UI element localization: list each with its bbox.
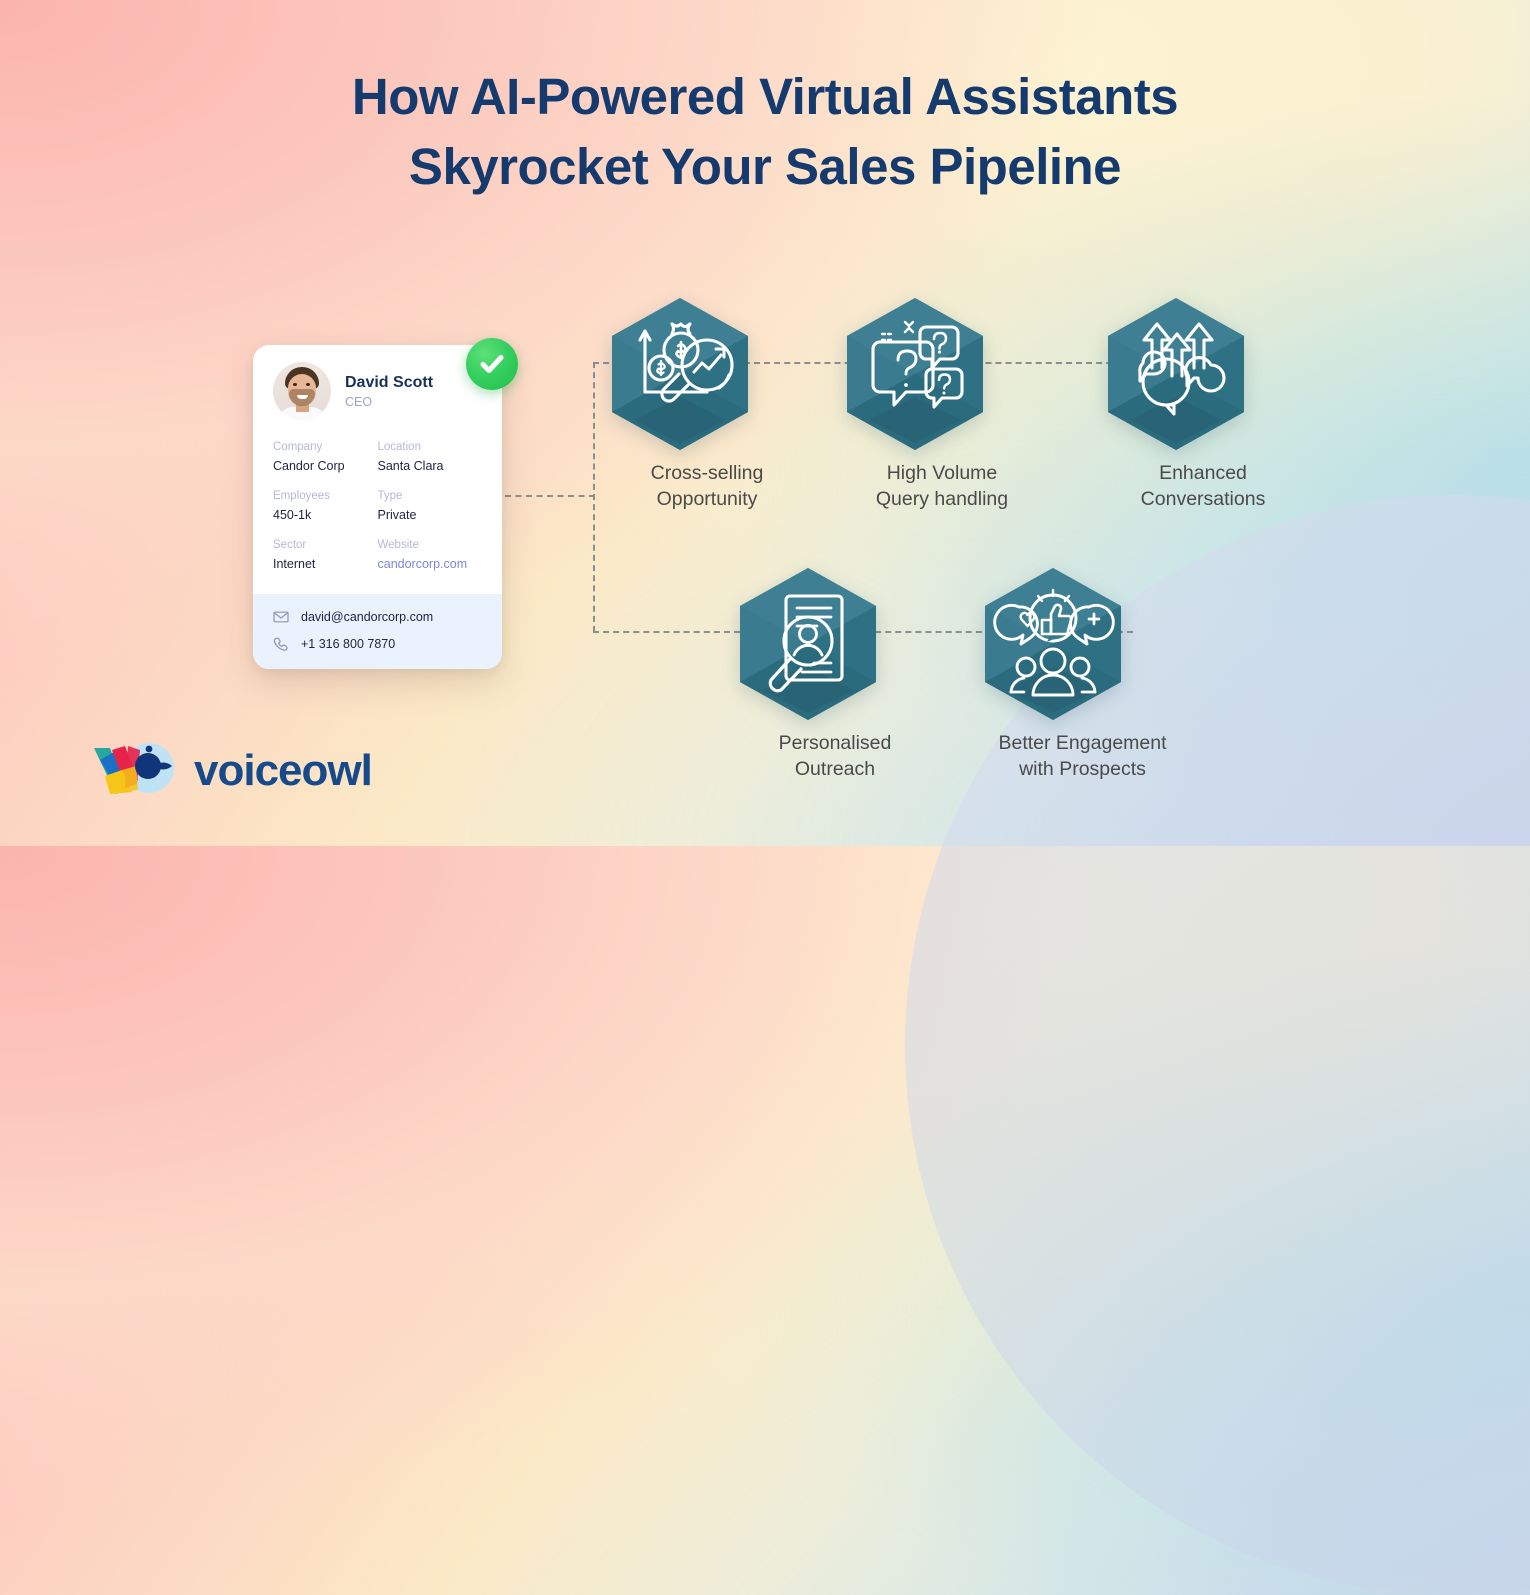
node-better-engagement[interactable]: Better Engagement with Prospects <box>985 568 1180 783</box>
field-type: Type Private <box>378 489 483 523</box>
document-magnifier-person-icon <box>740 568 876 720</box>
check-icon <box>480 355 504 373</box>
profile-fields: Company Candor Corp Location Santa Clara… <box>273 440 482 588</box>
field-company: Company Candor Corp <box>273 440 378 474</box>
node-label: Cross-selling Opportunity <box>650 462 764 510</box>
contact-email-value: david@candorcorp.com <box>301 609 434 624</box>
logo-wordmark: voiceowl <box>194 745 373 795</box>
profile-contact-section: david@candorcorp.com +1 316 800 7870 <box>253 593 502 669</box>
website-link[interactable]: candorcorp.com <box>378 556 483 572</box>
hexagon-shape <box>1108 298 1298 450</box>
voiceowl-vo-mark <box>92 740 180 801</box>
profile-identity: David Scott CEO <box>345 373 433 409</box>
contact-phone-value: +1 316 800 7870 <box>301 636 396 651</box>
node-label: Enhanced Conversations <box>1140 462 1266 510</box>
contact-email-row[interactable]: david@candorcorp.com <box>273 609 482 625</box>
field-value: 450-1k <box>273 508 312 523</box>
question-speech-bubbles-icon <box>847 298 983 450</box>
people-reactions-icon <box>985 568 1121 720</box>
field-location: Location Santa Clara <box>378 440 483 474</box>
profile-header: David Scott CEO <box>273 362 482 420</box>
hexagon-shape <box>612 298 802 450</box>
field-sector: Sector Internet <box>273 538 378 572</box>
title-line-1: How AI-Powered Virtual Assistants <box>351 68 1179 125</box>
node-label: High Volume Query handling <box>875 462 1009 510</box>
node-cross-selling[interactable]: Cross-selling Opportunity <box>612 298 802 513</box>
page-title: How AI-Powered Virtual Assistants Skyroc… <box>0 62 1530 202</box>
verified-check-badge <box>466 338 518 390</box>
field-label: Website <box>377 539 419 552</box>
hexagon-shape <box>847 298 1037 450</box>
profile-name: David Scott <box>345 374 434 391</box>
brand-logo[interactable]: voiceowl <box>92 740 373 801</box>
envelope-icon <box>273 609 289 625</box>
node-enhanced-conversations[interactable]: Enhanced Conversations <box>1108 298 1298 513</box>
connector-card-to-trunk <box>505 495 595 497</box>
field-website: Website candorcorp.com <box>378 538 483 572</box>
field-label: Employees <box>273 490 330 503</box>
field-value: Internet <box>273 557 316 572</box>
profile-card-body: David Scott CEO Company Candor Corp Loca… <box>253 345 502 594</box>
node-label: Better Engagement with Prospects <box>998 732 1167 780</box>
avatar <box>273 362 331 420</box>
hexagon-shape <box>985 568 1180 720</box>
profile-role: CEO <box>345 395 373 409</box>
node-personalised-outreach[interactable]: Personalised Outreach <box>740 568 930 783</box>
field-value: Santa Clara <box>377 458 444 473</box>
contact-phone-row[interactable]: +1 316 800 7870 <box>273 636 482 652</box>
field-label: Company <box>273 441 323 453</box>
title-line-2: Skyrocket Your Sales Pipeline <box>408 137 1122 195</box>
phone-icon <box>273 636 289 652</box>
field-label: Sector <box>273 539 307 552</box>
node-label: Personalised Outreach <box>778 732 892 780</box>
node-high-volume-query[interactable]: High Volume Query handling <box>847 298 1037 513</box>
speech-bubbles-arrows-up-icon <box>1108 298 1244 450</box>
hexagon-shape <box>740 568 930 720</box>
connector-vertical-trunk <box>593 362 595 632</box>
field-label: Type <box>377 490 403 503</box>
field-employees: Employees 450-1k <box>273 489 378 523</box>
field-value: Private <box>377 508 417 523</box>
field-value: Candor Corp <box>273 458 345 473</box>
profile-card[interactable]: David Scott CEO Company Candor Corp Loca… <box>253 345 502 669</box>
money-bag-growth-chart-icon <box>612 298 748 450</box>
field-label: Location <box>377 441 421 453</box>
